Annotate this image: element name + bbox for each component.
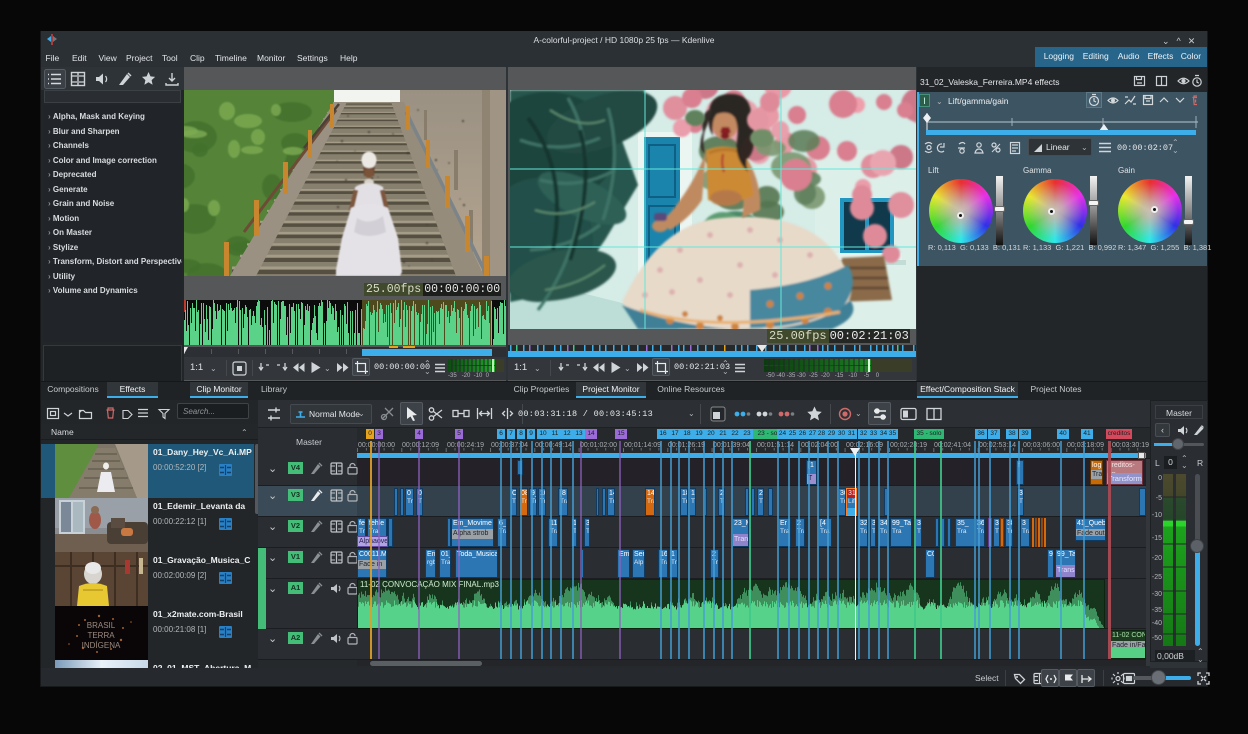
svg-text:TERRA: TERRA (87, 631, 115, 640)
svg-text:BRASIL: BRASIL (87, 621, 116, 630)
svg-text:INDÍGENA: INDÍGENA (82, 641, 121, 650)
